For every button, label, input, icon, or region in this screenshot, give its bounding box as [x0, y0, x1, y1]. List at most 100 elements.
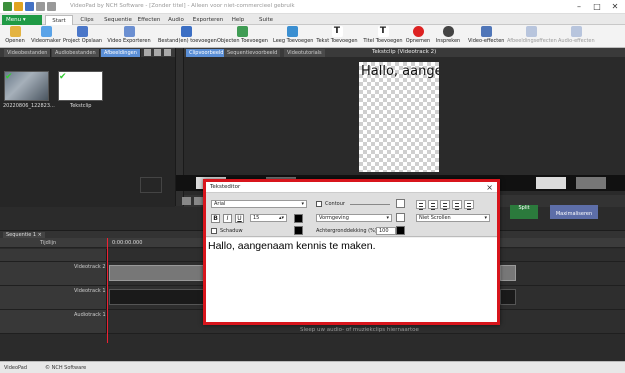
contour-color-swatch[interactable] — [396, 199, 405, 208]
bg-color-swatch[interactable] — [396, 226, 405, 235]
add-blank-button[interactable]: Leeg Toevoegen — [273, 26, 313, 47]
tab-audio-files[interactable]: Audiobestanden — [52, 49, 100, 57]
font-select[interactable]: Arial ▾ — [211, 200, 307, 208]
new-icon[interactable] — [14, 2, 23, 11]
image-effects-icon — [525, 26, 537, 37]
shadow-checkbox[interactable] — [211, 228, 217, 234]
folder-icon — [9, 26, 21, 37]
split-button[interactable]: Split — [510, 205, 538, 219]
tab-clips[interactable]: Clips — [76, 15, 98, 25]
record-button[interactable]: Opnemen — [404, 26, 432, 47]
toolbar: Openen Videomaker Project Opslaan Video … — [0, 25, 625, 48]
minimize-icon[interactable]: – — [570, 0, 588, 14]
contour-label: Contour — [325, 201, 345, 207]
audio-drop-hint: Sleep uw audio- of muziekclips hiernaart… — [300, 327, 419, 333]
text-icon: T — [331, 26, 343, 37]
maximize-icon[interactable]: □ — [588, 0, 606, 14]
preview-canvas: Hallo, aangen — [359, 62, 439, 172]
ribbon-tabs: Menu ▾ Start Clips Sequentie Effecten Au… — [0, 14, 625, 25]
contour-checkbox[interactable] — [316, 201, 322, 207]
export-video-button[interactable]: Video Exporteren — [107, 26, 151, 47]
contour-slider[interactable] — [350, 204, 390, 205]
stop-icon[interactable] — [194, 197, 203, 205]
menu-button[interactable]: Menu ▾ — [2, 15, 42, 25]
dialog-close-icon[interactable]: × — [486, 182, 493, 193]
bin-menu-icon[interactable] — [164, 49, 171, 56]
playhead[interactable] — [107, 238, 108, 343]
tab-start[interactable]: Start — [45, 15, 73, 25]
tab-images[interactable]: Afbeeldingen — [101, 49, 141, 57]
add-files-button[interactable]: Bestand(en) toevoegen — [158, 26, 217, 47]
align-top-icon[interactable] — [464, 200, 474, 210]
tab-clip-preview[interactable]: Clipvoorbeeld — [186, 49, 227, 57]
add-title-button[interactable]: T Titel Toevoegen — [362, 26, 404, 47]
tab-sequence-preview[interactable]: Sequentievoorbeeld — [224, 49, 281, 57]
narrate-button[interactable]: Inspreken — [434, 26, 462, 47]
preview-tabs: Clipvoorbeeld Sequentievoorbeeld Videotu… — [184, 48, 625, 57]
shadow-color-swatch[interactable] — [294, 226, 303, 235]
export-icon — [123, 26, 135, 37]
textclip-thumbnail[interactable]: ✔ — [58, 71, 103, 101]
thumbnail-label: Tekstclip — [70, 103, 92, 109]
preview-title: Tekstclip (Videotrack 2) — [372, 49, 437, 55]
add-text-button[interactable]: T Tekst Toevoegen — [316, 26, 358, 47]
video-clip[interactable] — [109, 289, 204, 305]
add-blank-icon — [286, 26, 298, 37]
title-bar: VideoPad by NCH Software - [Zonder titel… — [0, 0, 625, 14]
list-view-icon[interactable] — [144, 49, 151, 56]
tab-help[interactable]: Help — [228, 15, 248, 25]
videomaker-button[interactable]: Videomaker — [30, 26, 62, 47]
style-select[interactable]: Vormgeving ▾ — [316, 214, 392, 222]
bold-button[interactable]: B — [211, 214, 220, 223]
open-button[interactable]: Openen — [4, 26, 26, 47]
timeline-label: Tijdlijn — [40, 240, 57, 246]
tab-effecten[interactable]: Effecten — [135, 15, 163, 25]
add-objects-icon — [236, 26, 248, 37]
image-effects-button[interactable]: Afbeeldingseffecten — [507, 26, 557, 47]
style-color-swatch[interactable] — [396, 213, 405, 222]
audio-effects-button[interactable]: Audio-effecten — [558, 26, 595, 47]
text-color-swatch[interactable] — [294, 214, 303, 223]
text-clip[interactable] — [109, 265, 204, 281]
text-editor-dialog: Teksteditor × Arial ▾ B I U 15 ▴▾ Schaduw … — [203, 179, 500, 325]
undo-icon[interactable] — [36, 2, 45, 11]
bg-opacity-input[interactable]: 100 — [376, 227, 396, 235]
status-app: VideoPad — [4, 365, 28, 371]
redo-icon[interactable] — [47, 2, 56, 11]
text-content: Hallo, aangenaam kennis te maken. — [208, 240, 376, 252]
align-right-icon[interactable] — [440, 200, 450, 210]
video-effects-button[interactable]: Video-effecten — [468, 26, 504, 47]
text-clip[interactable] — [500, 265, 516, 281]
align-left-icon[interactable] — [416, 200, 426, 210]
video-clip[interactable] — [500, 289, 516, 305]
tab-exporteren[interactable]: Exporteren — [190, 15, 226, 25]
tab-audio[interactable]: Audio — [164, 15, 188, 25]
add-objects-button[interactable]: Objecten Toevoegen — [217, 26, 268, 47]
tab-sequentie[interactable]: Sequentie — [101, 15, 135, 25]
bg-opacity-label: Achtergronddekking (%): — [316, 228, 379, 234]
italic-button[interactable]: I — [223, 214, 232, 223]
save-icon[interactable] — [25, 2, 34, 11]
fullscreen-button[interactable]: Maximaliseren — [550, 205, 598, 219]
tab-video-tutorials[interactable]: Videotutorials — [284, 49, 325, 57]
image-placeholder-icon — [140, 177, 162, 193]
save-project-icon — [76, 26, 88, 37]
text-input-area[interactable]: Hallo, aangenaam kennis te maken. — [206, 238, 497, 322]
audio-effects-icon — [570, 26, 582, 37]
timecode: 0:00:00.000 — [112, 240, 143, 246]
window-title: VideoPad by NCH Software - [Zonder titel… — [70, 3, 295, 9]
font-size-input[interactable]: 15 ▴▾ — [250, 214, 287, 222]
save-project-button[interactable]: Project Opslaan — [63, 26, 102, 47]
align-center-icon[interactable] — [428, 200, 438, 210]
play-icon[interactable] — [182, 197, 191, 205]
image-thumbnail[interactable]: ✔ — [4, 71, 49, 101]
thumbnail-label: 20220806_122823... — [3, 103, 55, 109]
underline-button[interactable]: U — [235, 214, 244, 223]
tab-video-files[interactable]: Videobestanden — [4, 49, 52, 57]
tab-suite[interactable]: Suite — [256, 15, 276, 25]
align-justify-icon[interactable] — [452, 200, 462, 210]
close-window-icon[interactable]: ✕ — [606, 0, 624, 14]
delete-icon[interactable] — [154, 49, 161, 56]
scroll-select[interactable]: Niet Scrollen ▾ — [416, 214, 490, 222]
dialog-title-bar: Teksteditor × — [206, 182, 497, 193]
